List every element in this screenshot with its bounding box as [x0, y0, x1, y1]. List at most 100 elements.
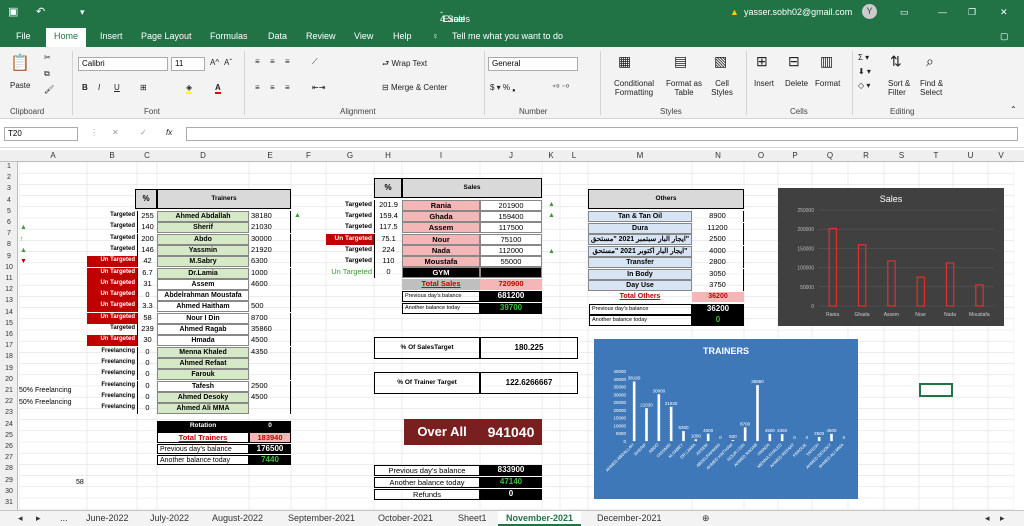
trainer-amount [249, 357, 291, 369]
x-tick-label: Nour [915, 312, 926, 318]
trainer-name: Ahmed Ali MMA [157, 403, 249, 415]
sales-amount: 55000 [480, 256, 542, 267]
trainer-pct: 31 [137, 278, 157, 290]
trainer-pct: 239 [137, 324, 157, 335]
sales-status: Un Targeted [326, 233, 374, 245]
trainer-amount: 2500 [249, 380, 291, 392]
others-amount: 3750 [692, 280, 744, 291]
trainer-pct: 6.7 [137, 267, 157, 279]
trainers-header: Trainers [157, 189, 291, 209]
trainer-name: Nour I Din [157, 312, 249, 324]
prev-sheet-icon[interactable]: ◂ [18, 513, 23, 524]
bar-SHERIF [645, 408, 648, 442]
others-name: Tan & Tan Oil [588, 211, 692, 222]
trainer-pct: 0 [137, 346, 157, 358]
trainer-name: Ahmed Refaat [157, 357, 249, 369]
sheet-tab-july-2022[interactable]: July-2022 [150, 513, 189, 523]
x-tick-label: Ghada [854, 312, 869, 318]
x-tick-label: Assem [884, 312, 899, 318]
trainer-name: Hmada [157, 335, 249, 347]
bar-AHMED HAITHAM [731, 440, 735, 442]
bottom-prev-value: 833900 [480, 465, 542, 476]
others-another-label: Another balance today [589, 315, 692, 326]
sales-pct-header: % [374, 178, 402, 198]
trainers-chart[interactable]: TRAINERS 45000 40000 35000 30000 25000 20000 1… [594, 339, 858, 499]
trainer-pct: 30 [137, 335, 157, 347]
trainer-status: Targeted [110, 234, 135, 241]
sales-name: GYM [402, 267, 480, 279]
y-tick-label: 200000 [797, 227, 814, 233]
total-trainers-value: 183940 [249, 432, 291, 443]
add-sheet-icon[interactable]: ⊕ [702, 513, 710, 524]
sales-status: Targeted [345, 201, 372, 208]
trainer-name: Ahmed Haitham [157, 301, 249, 313]
trainer-amount: 6300 [249, 256, 291, 268]
sheet-tab-november-2021[interactable]: November-2021 [498, 511, 582, 526]
sales-status: Targeted [345, 257, 372, 264]
trainer-amount [249, 290, 291, 302]
others-prev-value: 36200 [692, 304, 744, 315]
sheet-tab-september-2021[interactable]: September-2021 [288, 513, 355, 523]
scroll-left-icon[interactable]: ◂ [985, 513, 990, 524]
trainers-prev-value: 176500 [249, 444, 291, 454]
trainer-status: Targeted [110, 212, 135, 218]
bar-AHMED RAGAB [756, 385, 759, 442]
sales-name: Nada [402, 244, 480, 256]
up-trend-icon: ▲ [548, 248, 555, 255]
sales-chart[interactable]: Sales 250000 200000 150000 100000 50000 0 Rani… [778, 188, 1004, 326]
trainer-status: Freelancing [101, 358, 135, 365]
sales-another-value: 39700 [480, 303, 542, 314]
trainer-amount [249, 403, 291, 415]
trainer-status: Targeted [110, 325, 135, 331]
trainer-name: Farouk [157, 369, 249, 381]
trainer-pct: 0 [137, 391, 157, 403]
y-tick-label: 150000 [797, 246, 814, 252]
trainer-name: M.Sabry [157, 256, 249, 268]
data-label: 38180 [628, 376, 641, 381]
next-sheet-icon[interactable]: ▸ [36, 513, 41, 524]
data-label: 2500 [814, 431, 825, 436]
sales-name: Moustafa [402, 256, 480, 267]
others-amount: 2800 [692, 257, 744, 268]
trainer-name: Ahmed Desoky [157, 391, 249, 403]
refunds-label: Refunds [374, 489, 480, 500]
pct-trainer-target-label: % Of Trainer Target [374, 372, 480, 394]
bar-AHMED ABDALLAH [632, 381, 636, 442]
trainer-amount: 4500 [249, 335, 291, 347]
trainer-status: Targeted [110, 245, 135, 252]
trainer-name: Dr.Lamia [157, 267, 249, 279]
others-prev-label: Previous day's balance [589, 304, 692, 315]
sales-amount: 201900 [480, 200, 542, 211]
sheet-tab-december-2021[interactable]: December-2021 [597, 513, 662, 523]
trainer-amount: 4500 [249, 391, 291, 403]
sales-name: Assem [402, 222, 480, 234]
trainer-pct: 0 [137, 403, 157, 415]
bar-NOUR I DIN [743, 427, 747, 442]
sheet-tab-sheet1[interactable]: Sheet1 [458, 513, 487, 523]
total-others-label: Total Others [619, 293, 661, 300]
trainer-amount: 500 [249, 301, 291, 313]
y-tick-label: 10000 [613, 423, 626, 428]
others-amount: 3050 [692, 268, 744, 280]
data-label: 4350 [777, 428, 788, 433]
sheet-tab-october-2021[interactable]: October-2021 [378, 513, 433, 523]
trainers-another-value: 7440 [249, 455, 291, 465]
sheet-tab-more[interactable]: ... [60, 513, 68, 523]
sales-pct: 224 [374, 244, 402, 256]
sales-another-label: Another balance today [402, 303, 480, 314]
scroll-right-icon[interactable]: ▸ [1000, 513, 1005, 524]
sheet-tab-august-2022[interactable]: August-2022 [212, 513, 263, 523]
bar-AHMED DESOKY [830, 433, 833, 442]
data-label: 4600 [703, 428, 714, 433]
data-label: 500 [729, 434, 737, 439]
pct-trainer-target-value: 122.6266667 [480, 372, 578, 394]
trainer-amount: 4350 [249, 346, 291, 358]
trainer-pct: 0 [137, 357, 157, 369]
sales-status: Targeted [345, 223, 372, 231]
sheet-tab-june-2022[interactable]: June-2022 [86, 513, 129, 523]
bar-M.SABRY [682, 430, 685, 442]
y-tick-label: 100000 [797, 266, 814, 272]
rotation-label: Rotation [157, 421, 249, 432]
selected-cell[interactable] [919, 383, 953, 397]
total-sales-value: 720900 [480, 279, 542, 290]
